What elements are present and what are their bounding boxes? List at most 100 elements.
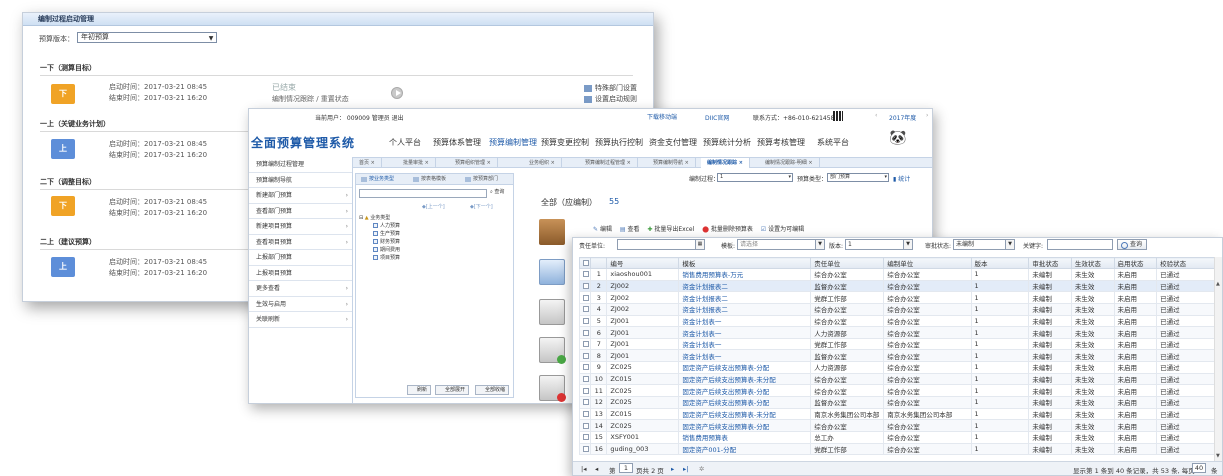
menu-statistics[interactable]: 预算统计分析 [703, 137, 751, 148]
tab-navigation[interactable]: 预算编制导航 × [647, 158, 696, 168]
official-site-link[interactable]: DIIC官网 [705, 113, 729, 122]
table-cell[interactable]: 资金计划表一 [678, 337, 812, 351]
table-cell[interactable]: 固定资产后续支出预算表-分配 [678, 396, 812, 409]
query-button[interactable]: 查询 [1117, 239, 1148, 250]
drawer-icon[interactable] [539, 219, 565, 245]
row-select-cell[interactable] [578, 268, 592, 281]
version-select[interactable]: 1 ▼ [845, 239, 913, 250]
checkbox[interactable] [583, 329, 589, 336]
tree-tab-business[interactable]: 按业务类型 [360, 175, 394, 184]
row-select-cell[interactable] [578, 407, 592, 421]
tree-tab-template[interactable]: 按表格模板 [412, 175, 446, 184]
tab-home[interactable]: 首页 × [353, 158, 382, 168]
approval-select[interactable]: 未编制 ▼ [953, 239, 1015, 250]
col-header[interactable]: 版本 [970, 257, 1030, 269]
sidebar-item[interactable]: 上报项目预算 [249, 266, 352, 281]
checkbox[interactable] [583, 317, 589, 324]
vertical-scrollbar[interactable] [1214, 257, 1222, 461]
row-select-cell[interactable] [578, 279, 592, 293]
play-icon[interactable] [391, 87, 403, 99]
sidebar-item[interactable]: 生效与启用 › [249, 297, 352, 312]
table-row[interactable]: 9 ZC025 固定资产后续支出预算表-分配 人力资源部 综合办公室 1 未编制 未生效 未启用… [578, 361, 1216, 374]
checkbox[interactable] [583, 352, 589, 359]
table-row[interactable]: 15 XSFY001 销售费用预算表 总工办 综合办公室 1 未编制 未生效 未启用 已通过 [578, 430, 1216, 444]
table-cell[interactable]: 资金计划报表二 [678, 291, 812, 304]
table-cell[interactable]: 固定资产后续支出预算表-未分配 [678, 407, 812, 421]
row-select-cell[interactable] [578, 291, 592, 304]
view-button[interactable]: ▤ 查看 [620, 226, 640, 233]
table-cell[interactable]: 固定资产后续支出预算表-分配 [678, 384, 812, 398]
table-row[interactable]: 7 ZJ001 资金计划表一 党群工作部 综合办公室 1 未编制 未生效 未启用 已通过 [578, 337, 1216, 351]
checkbox[interactable] [583, 387, 589, 394]
table-cell[interactable]: 固定资产后续支出预算表-分配 [678, 361, 812, 374]
row-select-cell[interactable] [578, 314, 592, 328]
menu-payment[interactable]: 资金支付管理 [649, 137, 697, 148]
checkbox[interactable] [583, 445, 589, 452]
stage-box[interactable]: 下 [51, 84, 75, 104]
next-year-icon[interactable]: › [926, 112, 928, 119]
sidebar-item[interactable]: 预算编制过程管理 [249, 157, 352, 173]
prev-year-icon[interactable]: ‹ [875, 112, 877, 119]
process-select[interactable]: 1 ▾ [717, 173, 793, 182]
refresh-button[interactable]: 刷新 [407, 385, 432, 395]
per-page-input[interactable]: 40 [1192, 463, 1206, 473]
row-select-cell[interactable] [578, 326, 592, 339]
table-cell[interactable]: 销售费用预算表 [678, 430, 812, 444]
table-row[interactable]: 2 ZJ002 资金计划报表二 监督办公室 综合办公室 1 未编制 未生效 未启用 已通过 [578, 279, 1216, 293]
row-select-cell[interactable] [578, 442, 592, 456]
table-row[interactable]: 8 ZJ001 资金计划表一 监督办公室 综合办公室 1 未编制 未生效 未启用 已通过 [578, 349, 1216, 363]
tree-node[interactable]: 财务预算 [373, 239, 400, 246]
menu-platform[interactable]: 系统平台 [817, 137, 849, 148]
tree-tab-dept[interactable]: 按预算部门 [464, 175, 498, 184]
stage-box[interactable]: 下 [51, 196, 75, 216]
row-select-cell[interactable] [578, 302, 592, 316]
table-cell[interactable]: 固定资产后续支出预算表-分配 [678, 419, 812, 432]
sidebar-item[interactable]: 预算编制导航 [249, 173, 352, 188]
col-header[interactable]: 编号 [606, 257, 680, 269]
menu-execution[interactable]: 预算执行控制 [595, 137, 643, 148]
tab-business-org[interactable]: 业务组织 × [523, 158, 562, 168]
tab-process[interactable]: 预算编制过程管理 × [579, 158, 638, 168]
next-page-icon[interactable]: ▸ [671, 465, 674, 473]
row-select-cell[interactable] [578, 372, 592, 386]
menu-change[interactable]: 预算变更控制 [541, 137, 589, 148]
batch-delete-button[interactable]: ⬤ 批量删除预算表 [702, 226, 753, 233]
tree-node[interactable]: 生产预算 [373, 231, 400, 238]
tree-root[interactable]: ⊟ ▲ 业务类型 [359, 215, 390, 222]
budget-type-select[interactable]: 部门预算 ▾ [827, 173, 889, 182]
sidebar-item[interactable]: 新建项目预算 › [249, 219, 352, 235]
refresh-icon[interactable]: ✲ [699, 465, 704, 473]
sidebar-item[interactable]: 查看部门预算 › [249, 204, 352, 219]
export-excel-button[interactable]: ✚ 批量导出Excel [647, 226, 694, 233]
table-row[interactable]: 12 ZC025 固定资产后续支出预算表-分配 监督办公室 综合办公室 1 未编制 未生效 未启… [578, 396, 1216, 409]
checkbox[interactable] [583, 271, 589, 278]
tab-batch-approval[interactable]: 批量审批 × [397, 158, 436, 168]
list-icon[interactable] [539, 259, 565, 285]
checkbox[interactable] [583, 260, 589, 266]
clipboard-icon[interactable] [539, 299, 565, 325]
tree-prev-link[interactable]: ◆[上一个] [422, 203, 445, 210]
special-dept-link[interactable]: 特殊部门设置 [584, 83, 637, 93]
checkbox[interactable] [583, 306, 589, 313]
checkbox[interactable] [583, 341, 589, 348]
col-header[interactable]: 校验状态 [1156, 257, 1216, 269]
col-header[interactable]: 启用状态 [1113, 257, 1158, 269]
tree-search-button[interactable]: ⌕ 查询 [490, 188, 504, 195]
checkbox[interactable] [583, 376, 589, 383]
start-rule-link[interactable]: 设置启动规则 [584, 94, 637, 104]
expand-all-button[interactable]: 全部展开 [435, 385, 470, 395]
col-header[interactable]: 编制单位 [883, 257, 972, 269]
summary-count[interactable]: 55 [609, 197, 619, 206]
table-row[interactable]: 3 ZJ002 资金计划报表二 党群工作部 综合办公室 1 未编制 未生效 未启用 已通过 [578, 291, 1216, 304]
tree-search-input[interactable] [359, 189, 487, 198]
tracking-link[interactable]: 编制情况跟踪 / 重置状态 [272, 94, 349, 104]
edit-button[interactable]: ✎ 编辑 [593, 226, 612, 233]
tab-tracking[interactable]: 编制情况跟踪 × [701, 158, 750, 168]
col-header[interactable]: 生效状态 [1070, 257, 1115, 269]
col-header[interactable]: 审批状态 [1028, 257, 1072, 269]
keyword-input[interactable] [1047, 239, 1113, 250]
sidebar-item[interactable]: 上报部门预算 [249, 250, 352, 266]
table-row[interactable]: 14 ZC025 固定资产后续支出预算表-分配 综合办公室 综合办公室 1 未编制 未生效 未启… [578, 419, 1216, 432]
tree-node[interactable]: 人力预算 [373, 223, 400, 230]
table-cell[interactable]: 资金计划报表二 [678, 279, 812, 293]
